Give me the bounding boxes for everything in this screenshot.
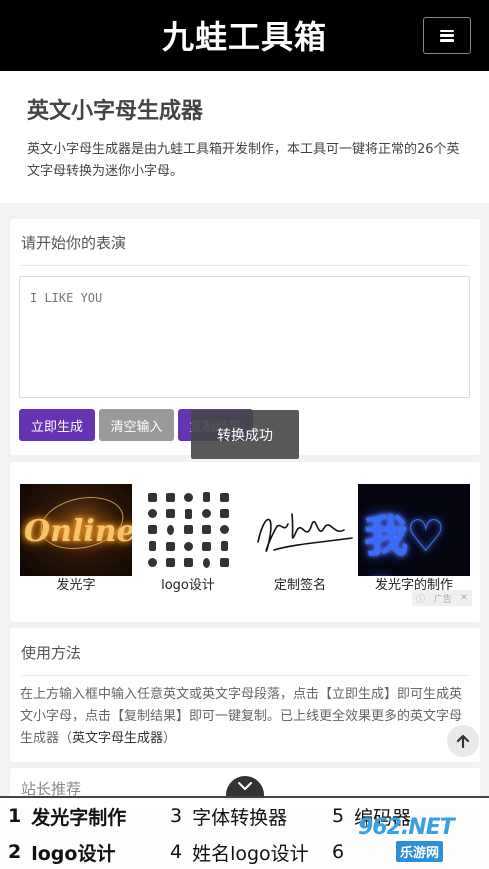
clear-button[interactable]: 清空输入: [99, 409, 174, 441]
usage-panel: 使用方法 在上方输入框中输入任意英文或英文字母段落，点击【立即生成】即可生成英文…: [10, 628, 480, 762]
watermark-top: 962.NET: [358, 815, 455, 840]
divider: [21, 675, 469, 676]
page-description: 英文小字母生成器是由九蛙工具箱开发制作，本工具可一键将正常的26个英文字母转换为…: [27, 142, 460, 179]
ad-thumbnail-text: Online: [24, 514, 132, 549]
watermark-bottom: 乐游网: [396, 841, 444, 862]
signature-icon: [257, 513, 353, 552]
ad-label: 发光字: [56, 578, 96, 593]
text-input[interactable]: I LIKE YOU: [19, 276, 470, 398]
success-toast: 转换成功: [191, 410, 299, 459]
signature-thumbnail: [244, 484, 356, 576]
bottom-link-1[interactable]: 1 发光字制作: [8, 798, 126, 834]
header-bar: 九蛙工具箱: [0, 0, 489, 71]
arrow-up-icon: [456, 734, 470, 748]
site-watermark-logo: 962.NET 乐游网: [358, 815, 486, 863]
ad-thumbnail: 我♡你: [358, 484, 470, 576]
ad-item-signature[interactable]: 定制签名: [244, 484, 356, 593]
close-icon[interactable]: ✕: [460, 593, 468, 603]
ad-tag[interactable]: ⓘ 广告 ✕: [412, 590, 472, 606]
bottom-link-4[interactable]: 4 姓名logo设计: [170, 834, 309, 869]
ad-thumbnail-text: 我♡你: [364, 511, 445, 576]
ad-item-glow-text-making[interactable]: 我♡你 发光字的制作: [358, 484, 470, 593]
site-title[interactable]: 九蛙工具箱: [0, 12, 489, 58]
page-title: 英文小字母生成器: [27, 99, 204, 124]
hamburger-icon: [440, 29, 454, 42]
ad-item-logo-design[interactable]: logo设计: [132, 484, 244, 593]
menu-button[interactable]: [423, 17, 471, 54]
usage-title: 使用方法: [21, 644, 82, 662]
bottom-link-2[interactable]: 2 logo设计: [8, 834, 115, 869]
ad-label: logo设计: [161, 578, 215, 593]
ad-panel: Online 发光字 logo设计 定制签名 我♡你 发光字的制作 ⓘ 广告 ✕: [10, 462, 480, 622]
generate-button[interactable]: 立即生成: [19, 409, 95, 441]
back-to-top-button[interactable]: [447, 725, 479, 757]
ad-tag-label: 广告: [433, 594, 452, 605]
ad-item-glow-text[interactable]: Online 发光字: [20, 484, 132, 593]
generator-link[interactable]: 英文字母生成器: [72, 731, 163, 746]
ad-thumbnail: Online: [20, 484, 132, 576]
ad-label: 定制签名: [273, 578, 326, 593]
bottom-link-3[interactable]: 3 字体转换器: [170, 798, 287, 834]
chevron-down-icon: [238, 782, 252, 790]
usage-text: 在上方输入框中输入任意英文或英文字母段落，点击【立即生成】即可生成英文小字母，点…: [20, 687, 463, 746]
divider: [21, 265, 469, 266]
intro-section: 英文小字母生成器 英文小字母生成器是由九蛙工具箱开发制作，本工具可一键将正常的2…: [0, 71, 489, 203]
ad-info-icon: ⓘ: [416, 594, 426, 605]
input-panel-title: 请开始你的表演: [21, 234, 127, 252]
bottom-link-6[interactable]: 6: [332, 834, 354, 869]
icon-grid-thumbnail: [132, 484, 244, 576]
